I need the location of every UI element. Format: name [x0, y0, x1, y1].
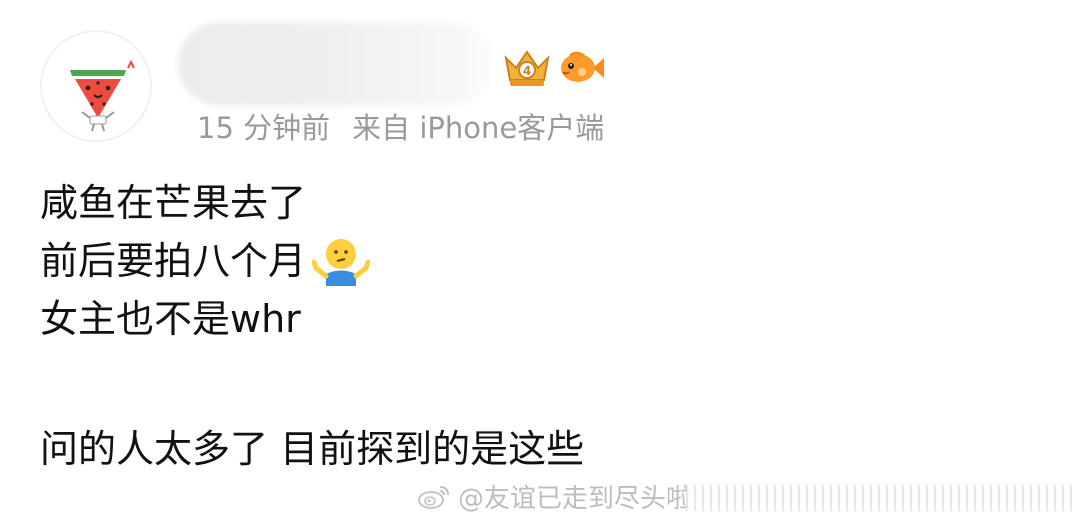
post-line: 前后要拍八个月: [40, 232, 1040, 290]
shrug-emoji-icon: [312, 239, 371, 286]
post-line: 咸鱼在芒果去了: [40, 174, 1040, 232]
post-meta: 15 分钟前 来自 iPhone客户端: [197, 108, 604, 148]
svg-text:4: 4: [523, 64, 531, 78]
crown-badge-icon[interactable]: 4: [500, 46, 554, 90]
blurred-username[interactable]: [178, 22, 493, 106]
weibo-watermark: @友谊已走到尽头啦: [416, 478, 692, 514]
weibo-post: 4 15 分钟前 来自 iPhone客户端 咸鱼在芒果去了 前后要拍八个月 女主也…: [0, 0, 1080, 520]
post-line: 问的人太多了 目前探到的是这些: [40, 420, 1040, 478]
watermark-text: @友谊已走到尽头啦: [458, 483, 693, 514]
post-line-text: 问的人太多了 目前探到的是这些: [40, 427, 585, 471]
post-line-text: 女主也不是whr: [40, 297, 301, 341]
post-line: 女主也不是whr: [40, 290, 1040, 348]
post-content: 咸鱼在芒果去了 前后要拍八个月 女主也不是whr 问的人太多了 目前探到的是这些: [40, 174, 1040, 478]
post-line-text: 咸鱼在芒果去了: [40, 181, 307, 225]
post-source[interactable]: 来自 iPhone客户端: [352, 111, 604, 145]
post-line-text: 前后要拍八个月: [40, 239, 307, 283]
orange-fish-badge-icon[interactable]: [556, 44, 606, 88]
post-time: 15 分钟前: [197, 111, 331, 145]
watermelon-character-icon: [70, 59, 135, 132]
watermark-pattern: [686, 485, 1074, 511]
avatar[interactable]: [40, 30, 152, 142]
weibo-icon: [418, 486, 449, 509]
